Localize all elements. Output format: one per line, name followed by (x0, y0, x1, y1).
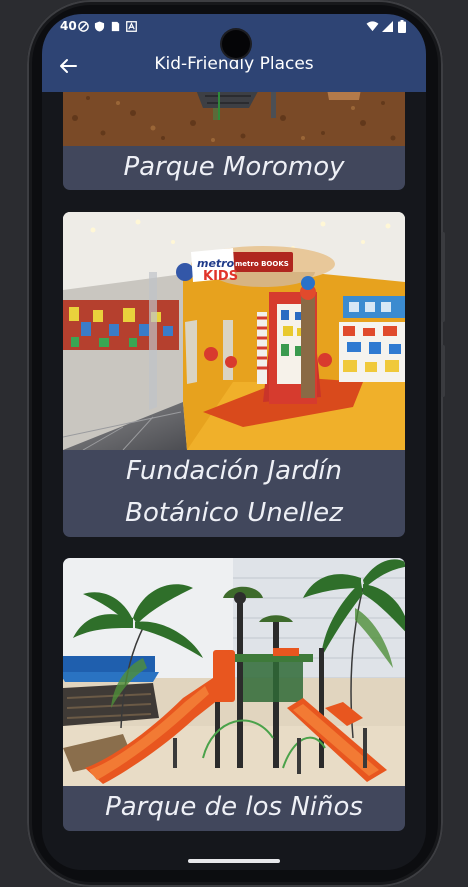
store-brand-kids: KIDS (203, 269, 238, 284)
jardin-botanico-photo: metro KIDS metro BOOKS (63, 212, 405, 450)
place-card-parque-de-los-ninos[interactable]: Parque de los Niños (63, 558, 405, 831)
signal-icon (382, 21, 393, 32)
place-name: Fundación Jardín Botánico Unellez (125, 456, 343, 528)
parque-de-los-ninos-photo (63, 558, 405, 786)
phone-screen: 40 Kid-Friendly Places Parque Moromoy me… (42, 14, 426, 870)
shield-icon (94, 21, 105, 32)
place-card-jardin-botanico[interactable]: metro KIDS metro BOOKS Fundación Jardín … (63, 212, 405, 537)
battery-icon (398, 20, 406, 33)
no-disturb-icon (78, 21, 89, 32)
store-brand-books: metro BOOKS (235, 260, 289, 268)
status-time: 40 (60, 19, 77, 33)
front-camera (222, 30, 250, 58)
places-list[interactable]: Parque Moromoy metro KIDS metro BOOKS Fu… (42, 92, 426, 870)
volume-button (441, 232, 445, 322)
place-name: Parque Moromoy (123, 152, 345, 182)
power-button (441, 345, 445, 397)
wifi-icon (366, 21, 379, 32)
sim-card-icon (111, 21, 120, 32)
parque-moromoy-photo (63, 92, 405, 146)
place-card-parque-moromoy[interactable]: Parque Moromoy (63, 92, 405, 190)
font-a-icon (126, 21, 137, 32)
home-indicator[interactable] (188, 859, 280, 863)
place-name: Parque de los Niños (105, 792, 363, 822)
